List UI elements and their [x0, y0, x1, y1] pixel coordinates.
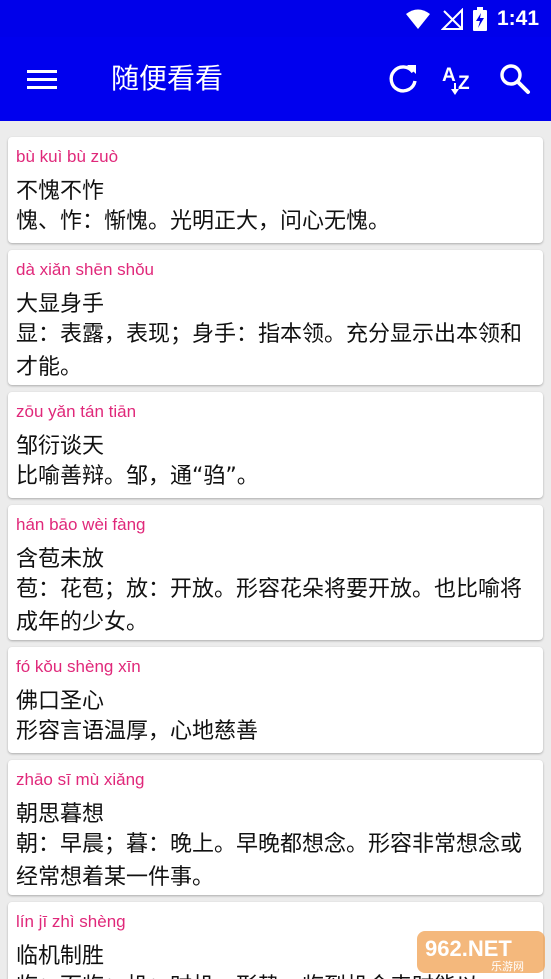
- idiom-pinyin: bù kuì bù zuò: [16, 147, 119, 166]
- status-icons: 1:41: [405, 0, 539, 37]
- watermark-badge: 962.NET 乐游网: [417, 931, 545, 973]
- idiom-word: 佛口圣心: [16, 689, 105, 714]
- refresh-button[interactable]: [383, 59, 423, 99]
- idiom-word: 含苞未放: [16, 547, 105, 572]
- svg-text:A: A: [442, 65, 456, 86]
- svg-text:Z: Z: [458, 73, 470, 94]
- idiom-list: bù kuì bù zuò 不愧不怍 愧、怍：惭愧。光明正大，问心无愧。 dà …: [0, 121, 551, 979]
- idiom-meaning: 比喻善辩。邹，通“驺”。: [16, 464, 259, 489]
- idiom-card[interactable]: dà xiǎn shēn shǒu 大显身手 显：表露，表现；身手：指本领。充分…: [8, 250, 543, 385]
- status-bar: 1:41: [0, 0, 551, 37]
- watermark-logo: 962.NET 乐游网: [417, 929, 545, 975]
- idiom-pinyin: lín jī zhì shèng: [16, 912, 126, 931]
- idiom-meaning: 愧、怍：惭愧。光明正大，问心无愧。: [16, 209, 391, 234]
- search-button[interactable]: [495, 59, 535, 99]
- wifi-icon: [405, 9, 430, 29]
- hamburger-menu-icon: [27, 70, 57, 89]
- idiom-meaning: 朝：早晨；暮：晚上。早晚都想念。形容非常想念或经常想着某一件事。: [16, 832, 523, 890]
- idiom-pinyin: zhāo sī mù xiǎng: [16, 770, 145, 789]
- idiom-pinyin: hán bāo wèi fàng: [16, 515, 146, 534]
- idiom-word: 大显身手: [16, 292, 105, 317]
- app-bar: 随便看看 A Z: [0, 37, 551, 121]
- refresh-icon: [389, 65, 417, 93]
- search-icon: [500, 64, 530, 94]
- idiom-pinyin: zōu yǎn tán tiān: [16, 402, 137, 421]
- idiom-word: 朝思暮想: [16, 802, 105, 827]
- idiom-meaning: 苞：花苞；放：开放。形容花朵将要开放。也比喻将成年的少女。: [16, 577, 523, 635]
- idiom-card[interactable]: zhāo sī mù xiǎng 朝思暮想 朝：早晨；暮：晚上。早晚都想念。形容…: [8, 760, 543, 895]
- idiom-pinyin: dà xiǎn shēn shǒu: [16, 260, 154, 279]
- sort-az-button[interactable]: A Z: [439, 59, 479, 99]
- sort-az-icon: A Z: [442, 65, 470, 95]
- app-title: 随便看看: [111, 62, 224, 95]
- menu-button[interactable]: [22, 61, 62, 97]
- battery-charging-icon: [472, 6, 487, 31]
- idiom-word: 邹衍谈天: [16, 434, 105, 459]
- idiom-word: 不愧不怍: [16, 179, 105, 204]
- watermark-subtext: 乐游网: [491, 960, 524, 973]
- idiom-pinyin: fó kǒu shèng xīn: [16, 657, 141, 676]
- idiom-card[interactable]: fó kǒu shèng xīn 佛口圣心 形容言语温厚，心地慈善: [8, 647, 543, 753]
- idiom-meaning: 显：表露，表现；身手：指本领。充分显示出本领和才能。: [16, 322, 523, 380]
- idiom-card[interactable]: hán bāo wèi fàng 含苞未放 苞：花苞；放：开放。形容花朵将要开放…: [8, 505, 543, 640]
- idiom-card[interactable]: bù kuì bù zuò 不愧不怍 愧、怍：惭愧。光明正大，问心无愧。: [8, 137, 543, 243]
- status-time: 1:41: [496, 6, 539, 30]
- watermark-text: 962.NET: [425, 936, 512, 961]
- no-signal-icon: [440, 7, 463, 30]
- idiom-meaning: 形容言语温厚，心地慈善: [16, 719, 259, 744]
- idiom-word: 临机制胜: [16, 944, 105, 969]
- idiom-card[interactable]: zōu yǎn tán tiān 邹衍谈天 比喻善辩。邹，通“驺”。: [8, 392, 543, 498]
